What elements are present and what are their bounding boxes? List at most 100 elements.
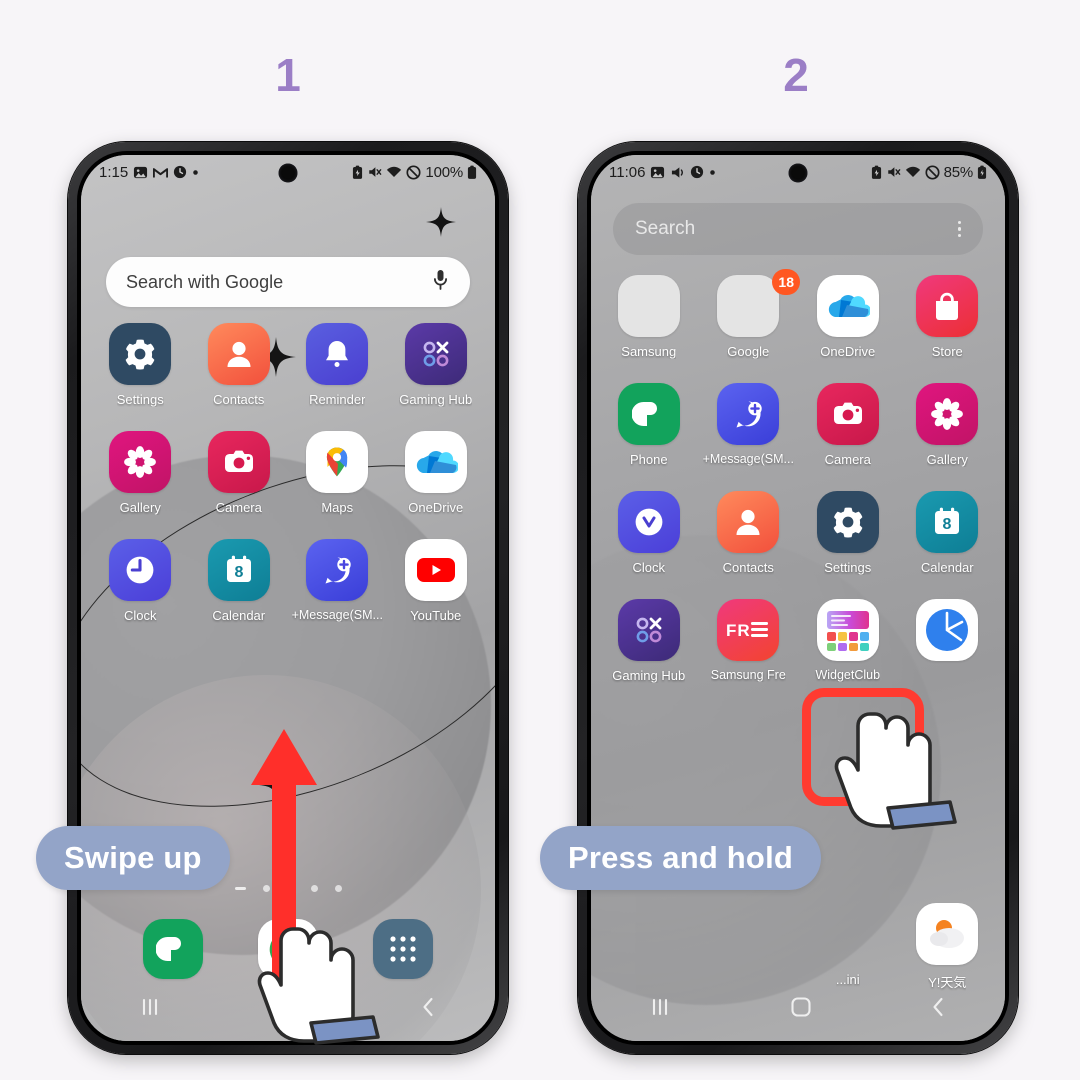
app-label: Calendar (212, 608, 266, 623)
app-onedrive[interactable]: OneDrive (387, 431, 486, 515)
app-plus-message[interactable]: +Message(SM... (699, 383, 799, 467)
contacts-person-icon (207, 323, 270, 385)
settings-gear-icon (109, 323, 172, 385)
app-plus-message[interactable]: +Message(SM... (288, 539, 387, 623)
dot-icon (709, 169, 716, 176)
app-calendar[interactable]: 8 Calendar (898, 491, 998, 575)
app-gallery[interactable]: Gallery (898, 383, 998, 467)
pointing-hand-icon (253, 905, 413, 1050)
samsung-folder-icon (617, 275, 680, 337)
app-widgetclub[interactable]: WidgetClub (798, 599, 898, 683)
back-icon[interactable] (929, 996, 947, 1023)
more-vertical-icon[interactable] (957, 220, 961, 238)
status-time: 11:06 (609, 163, 646, 181)
dot-icon (192, 169, 199, 176)
back-icon[interactable] (419, 996, 437, 1023)
page-dot[interactable] (334, 885, 342, 892)
app-label: Gallery (119, 500, 161, 515)
recents-icon[interactable] (139, 997, 163, 1022)
gaming-hub-icon (404, 323, 467, 385)
app-label: Gallery (926, 452, 968, 467)
notification-badge: 18 (772, 269, 800, 295)
calendar-8-icon: 8 (207, 539, 270, 601)
app-placeholder (599, 903, 699, 991)
app-label: Gaming Hub (612, 668, 686, 683)
gmail-icon (153, 166, 169, 179)
volume-icon (670, 166, 685, 179)
wifi-icon (386, 165, 402, 179)
app-settings[interactable]: Settings (798, 491, 898, 575)
svg-text:8: 8 (234, 564, 243, 581)
app-gaming-hub[interactable]: Gaming Hub (599, 599, 699, 683)
reminder-bell-icon (306, 323, 369, 385)
app-camera[interactable]: Camera (798, 383, 898, 467)
battery-percent: 85% (943, 163, 974, 181)
app-label: Store (931, 344, 963, 359)
app-gaming-hub[interactable]: Gaming Hub (387, 323, 486, 407)
wifi-icon (905, 165, 921, 179)
app-label: OneDrive (820, 344, 876, 359)
app-label: Clock (632, 560, 665, 575)
clock-alarm-icon (173, 165, 187, 179)
app-blue-clock[interactable] (898, 599, 998, 683)
calendar-8-icon: 8 (916, 491, 979, 553)
svg-text:8: 8 (943, 516, 952, 533)
app-folder-google[interactable]: 18 Google (699, 269, 800, 359)
home-app-grid: Settings Contacts Reminder Gaming Hub Ga… (81, 323, 495, 623)
app-partial-mini[interactable]: ...ini (798, 903, 898, 991)
mute-icon (886, 165, 901, 179)
phone-handset-icon[interactable] (142, 919, 203, 979)
navigation-bar (591, 989, 1005, 1029)
app-label: Google (727, 344, 770, 359)
mute-icon (367, 165, 382, 179)
app-youtube[interactable]: YouTube (387, 539, 486, 623)
app-store[interactable]: Store (898, 275, 998, 359)
app-label: Samsung (621, 344, 677, 359)
page-dot-active[interactable] (234, 887, 246, 890)
app-clock[interactable]: Clock (91, 539, 190, 623)
phone-mockup-step-2: 11:06 85% Search Samsung 18 Google OneDr… (578, 142, 1018, 1054)
app-camera[interactable]: Camera (190, 431, 289, 515)
app-yahoo-weather[interactable]: Y!天気 (898, 903, 998, 991)
app-gallery[interactable]: Gallery (91, 431, 190, 515)
app-label: YouTube (410, 608, 462, 623)
app-folder-samsung[interactable]: Samsung (599, 275, 699, 359)
app-calendar[interactable]: 8 Calendar (190, 539, 289, 623)
phone-handset-icon (617, 383, 680, 445)
drawer-search-bar[interactable]: Search (613, 203, 983, 255)
app-label: Clock (123, 608, 157, 623)
app-label: ...ini (835, 972, 860, 987)
app-label: Phone (629, 452, 668, 467)
battery-percent: 100% (425, 163, 463, 181)
phone-screen-app-drawer: 11:06 85% Search Samsung 18 Google OneDr… (591, 155, 1005, 1041)
photos-icon (133, 165, 148, 180)
app-samsung-free[interactable]: FR Samsung Fre (699, 599, 799, 683)
app-contacts[interactable]: Contacts (699, 491, 799, 575)
app-label: Contacts (722, 560, 774, 575)
google-search-bar[interactable]: Search with Google (106, 257, 470, 307)
app-label: Samsung Fre (710, 668, 786, 682)
app-maps[interactable]: Maps (288, 431, 387, 515)
app-clock[interactable]: Clock (599, 491, 699, 575)
home-icon[interactable] (790, 996, 812, 1023)
app-onedrive[interactable]: OneDrive (798, 275, 898, 359)
step-number-2: 2 (783, 49, 809, 101)
app-phone[interactable]: Phone (599, 383, 699, 467)
battery-full-icon (467, 165, 477, 180)
search-placeholder: Search (635, 218, 696, 239)
camera-icon (207, 431, 270, 493)
callout-press-and-hold: Press and hold (540, 826, 822, 890)
microphone-icon[interactable] (431, 269, 450, 296)
google-maps-pin-icon (306, 431, 369, 493)
app-label: Maps (321, 500, 354, 515)
recents-icon[interactable] (649, 997, 673, 1022)
app-label: Settings (824, 560, 872, 575)
app-contacts[interactable]: Contacts (190, 323, 289, 407)
samsung-free-icon: FR (717, 599, 780, 661)
app-settings[interactable]: Settings (91, 323, 190, 407)
app-reminder[interactable]: Reminder (288, 323, 387, 407)
plus-message-icon (306, 539, 369, 601)
callout-swipe-up: Swipe up (36, 826, 230, 890)
blue-clock-icon (916, 599, 979, 661)
youtube-icon (404, 539, 467, 601)
